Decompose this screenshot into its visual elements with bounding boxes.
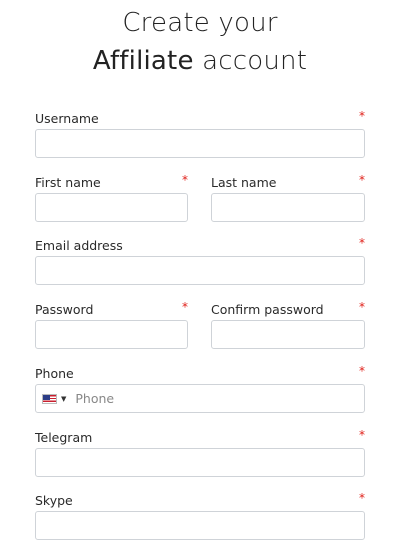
page-title-line-2: Affiliate account bbox=[0, 46, 400, 76]
last-name-label: Last name bbox=[211, 175, 277, 190]
email-label: Email address bbox=[35, 238, 123, 253]
required-marker: * bbox=[359, 300, 365, 314]
phone-input[interactable]: ▼ Phone bbox=[35, 384, 365, 413]
last-name-group: Last name * bbox=[211, 173, 365, 225]
required-marker: * bbox=[359, 236, 365, 250]
page-title-affiliate: Affiliate bbox=[92, 46, 194, 76]
email-input[interactable] bbox=[35, 256, 365, 285]
phone-group: Phone * ▼ Phone bbox=[35, 364, 365, 416]
required-marker: * bbox=[359, 109, 365, 123]
telegram-group: Telegram * bbox=[35, 428, 365, 480]
phone-label: Phone bbox=[35, 366, 74, 381]
chevron-down-icon[interactable]: ▼ bbox=[61, 395, 66, 403]
username-group: Username * bbox=[35, 109, 365, 161]
required-marker: * bbox=[182, 300, 188, 314]
username-label: Username bbox=[35, 111, 99, 126]
required-marker: * bbox=[359, 428, 365, 442]
password-label: Password bbox=[35, 302, 94, 317]
required-marker: * bbox=[359, 364, 365, 378]
us-flag-icon[interactable] bbox=[42, 393, 57, 404]
password-input[interactable] bbox=[35, 320, 188, 349]
skype-label: Skype bbox=[35, 493, 73, 508]
first-name-group: First name * bbox=[35, 173, 188, 225]
confirm-password-label: Confirm password bbox=[211, 302, 324, 317]
required-marker: * bbox=[182, 173, 188, 187]
skype-group: Skype * bbox=[35, 491, 365, 543]
last-name-input[interactable] bbox=[211, 193, 365, 222]
skype-input[interactable] bbox=[35, 511, 365, 540]
first-name-input[interactable] bbox=[35, 193, 188, 222]
page-title-line-1: Create your bbox=[122, 8, 278, 38]
email-group: Email address * bbox=[35, 236, 365, 288]
password-group: Password * bbox=[35, 300, 188, 352]
first-name-label: First name bbox=[35, 175, 101, 190]
telegram-input[interactable] bbox=[35, 448, 365, 477]
phone-placeholder: Phone bbox=[75, 391, 115, 406]
required-marker: * bbox=[359, 173, 365, 187]
confirm-password-group: Confirm password * bbox=[211, 300, 365, 352]
page-title-account: account bbox=[193, 46, 308, 76]
telegram-label: Telegram bbox=[35, 430, 93, 445]
username-input[interactable] bbox=[35, 129, 365, 158]
required-marker: * bbox=[359, 491, 365, 505]
confirm-password-input[interactable] bbox=[211, 320, 365, 349]
